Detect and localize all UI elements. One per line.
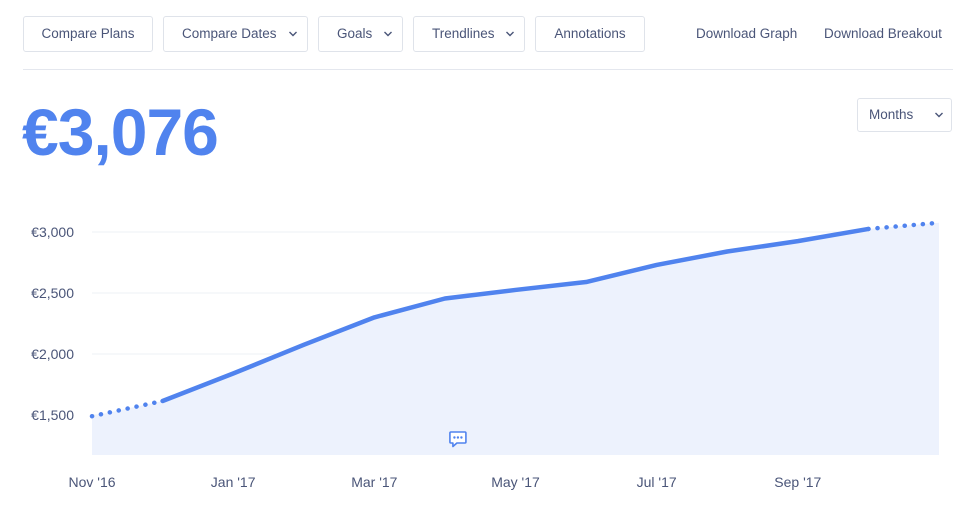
data-point[interactable]	[86, 410, 98, 422]
data-point[interactable]	[510, 284, 522, 296]
x-tick-label: Jan '17	[211, 474, 256, 490]
goals-dropdown[interactable]: Goals	[318, 16, 403, 52]
data-point[interactable]	[368, 311, 380, 323]
area-fill	[92, 222, 939, 455]
data-point[interactable]	[157, 395, 169, 407]
y-tick-label: €1,500	[31, 407, 74, 423]
download-graph-link[interactable]: Download Graph	[696, 16, 797, 52]
data-point[interactable]	[862, 223, 874, 235]
period-select[interactable]: Months	[857, 98, 952, 132]
headline-value: €3,076	[22, 95, 219, 169]
revenue-chart: €1,500 €2,000 €2,500 €3,000 Nov '16 Jan '17 Ma…	[31, 217, 945, 490]
compare-plans-button[interactable]: Compare Plans	[23, 16, 153, 52]
data-point[interactable]	[721, 246, 733, 258]
x-tick-label: Nov '16	[68, 474, 115, 490]
x-tick-label: Jul '17	[637, 474, 677, 490]
data-point[interactable]	[933, 217, 945, 229]
x-tick-label: Mar '17	[351, 474, 397, 490]
data-point[interactable]	[439, 292, 451, 304]
compare-plans-label: Compare Plans	[41, 26, 135, 41]
data-point[interactable]	[298, 339, 310, 351]
compare-dates-label: Compare Dates	[182, 26, 277, 41]
compare-dates-dropdown[interactable]: Compare Dates	[163, 16, 308, 52]
x-tick-label: Sep '17	[774, 474, 821, 490]
x-tick-label: May '17	[491, 474, 540, 490]
data-point[interactable]	[792, 235, 804, 247]
data-point[interactable]	[580, 276, 592, 288]
chevron-down-icon	[935, 112, 943, 118]
chevron-down-icon	[506, 31, 514, 37]
annotations-button[interactable]: Annotations	[535, 16, 645, 52]
chevron-down-icon	[289, 31, 297, 37]
data-point[interactable]	[651, 259, 663, 271]
divider	[23, 69, 953, 70]
period-select-value: Months	[869, 107, 914, 122]
download-breakout-link[interactable]: Download Breakout	[824, 16, 942, 52]
toolbar: Compare Plans Compare Dates Goals Trendl…	[23, 16, 953, 52]
chevron-down-icon	[384, 31, 392, 37]
data-point[interactable]	[227, 368, 239, 380]
y-tick-label: €2,500	[31, 285, 74, 301]
annotations-label: Annotations	[554, 26, 626, 41]
y-tick-label: €2,000	[31, 346, 74, 362]
y-tick-label: €3,000	[31, 224, 74, 240]
trendlines-dropdown[interactable]: Trendlines	[413, 16, 525, 52]
